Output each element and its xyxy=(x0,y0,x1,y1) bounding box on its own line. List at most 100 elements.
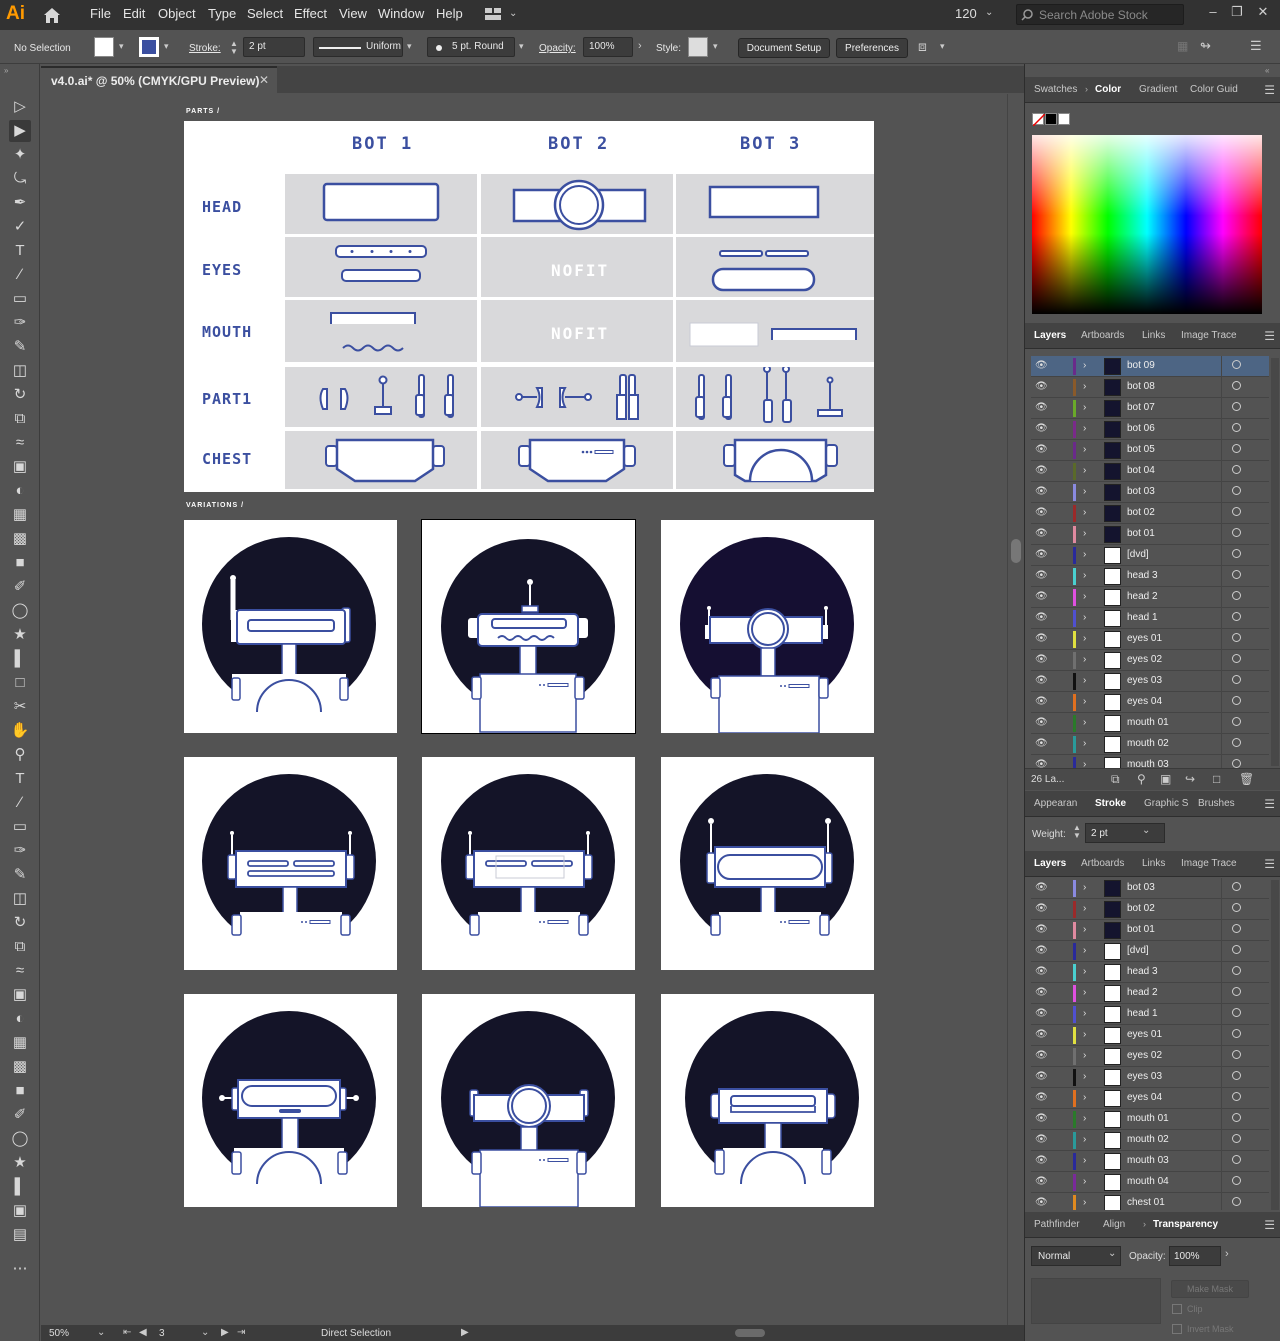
perspective-icon[interactable]: ▦ xyxy=(9,504,31,526)
target-icon[interactable] xyxy=(1232,1197,1241,1206)
clipping-mask-icon[interactable]: ▣ xyxy=(1160,772,1171,786)
target-icon[interactable] xyxy=(1232,1134,1241,1143)
clip-checkbox[interactable] xyxy=(1172,1304,1182,1314)
tab-transparency[interactable]: Transparency xyxy=(1153,1219,1218,1230)
chevron-right-icon[interactable]: › xyxy=(638,40,642,52)
restore-icon[interactable]: ❐ xyxy=(1228,4,1246,20)
target-icon[interactable] xyxy=(1232,423,1241,432)
chevron-right-icon[interactable]: › xyxy=(1083,591,1086,602)
part-cell-chest-3[interactable] xyxy=(676,431,874,489)
chevron-right-icon[interactable]: › xyxy=(1083,1176,1086,1187)
panel-menu-icon[interactable]: ☰ xyxy=(1264,83,1275,97)
free-transform-icon[interactable]: ▣ xyxy=(9,456,31,478)
eye-icon[interactable]: 👁 xyxy=(1035,1113,1048,1124)
tab-pathfinder[interactable]: Pathfinder xyxy=(1034,1219,1080,1230)
chevron-right-icon[interactable]: › xyxy=(1083,1050,1086,1061)
layer-row[interactable]: 👁 › eyes 02 xyxy=(1031,650,1269,671)
part-cell-mouth-1[interactable] xyxy=(285,300,477,362)
eye-icon[interactable]: 👁 xyxy=(1035,444,1048,455)
layer-row[interactable]: 👁 › head 1 xyxy=(1031,608,1269,629)
menu-file[interactable]: File xyxy=(90,6,111,21)
chevron-down-icon[interactable]: ⌄ xyxy=(201,1327,209,1338)
target-icon[interactable] xyxy=(1232,1092,1241,1101)
layer-name[interactable]: mouth 04 xyxy=(1127,1176,1169,1187)
variation-artboard[interactable] xyxy=(184,520,397,733)
chevron-right-icon[interactable]: › xyxy=(1083,507,1086,518)
menu-object[interactable]: Object xyxy=(158,6,196,21)
fill-stroke-icon[interactable]: ▣ xyxy=(9,1200,31,1222)
target-icon[interactable] xyxy=(1232,717,1241,726)
layer-row[interactable]: 👁 › bot 03 xyxy=(1031,878,1269,899)
menu-effect[interactable]: Effect xyxy=(294,6,327,21)
panel-menu-icon[interactable]: ☰ xyxy=(1264,857,1275,871)
menu-select[interactable]: Select xyxy=(247,6,283,21)
gradient-icon[interactable]: ■ xyxy=(9,552,31,574)
eyedropper-icon[interactable]: ✐ xyxy=(9,576,31,598)
symbol-sprayer-icon-2[interactable]: ★ xyxy=(9,1152,31,1174)
layer-name[interactable]: mouth 01 xyxy=(1127,1113,1169,1124)
scroll-thumb[interactable] xyxy=(1011,539,1021,563)
layer-name[interactable]: head 3 xyxy=(1127,570,1158,581)
chevron-right-icon[interactable]: › xyxy=(1083,549,1086,560)
layer-name[interactable]: bot 03 xyxy=(1127,486,1155,497)
chevron-down-icon[interactable]: ⌄ xyxy=(1142,825,1150,836)
black-swatch[interactable] xyxy=(1045,113,1057,125)
eye-icon[interactable]: 👁 xyxy=(1035,759,1048,768)
part-cell-part1-2[interactable] xyxy=(481,367,673,427)
chevron-right-icon[interactable]: › xyxy=(1083,402,1086,413)
layer-row[interactable]: 👁 › chest 01 xyxy=(1031,1193,1269,1210)
type-tool-icon-2[interactable]: T xyxy=(9,768,31,790)
eye-icon[interactable]: 👁 xyxy=(1035,528,1048,539)
variation-artboard[interactable] xyxy=(421,519,636,734)
chevron-right-icon[interactable]: › xyxy=(1083,528,1086,539)
part-cell-eyes-2[interactable]: NOFIT xyxy=(481,237,673,297)
close-icon[interactable]: ✕ xyxy=(1254,4,1272,20)
part-cell-head-2[interactable] xyxy=(481,174,673,234)
symbol-sprayer-icon[interactable]: ★ xyxy=(9,624,31,646)
target-icon[interactable] xyxy=(1232,612,1241,621)
eye-icon[interactable]: 👁 xyxy=(1035,987,1048,998)
workspace-zoom[interactable]: 120 xyxy=(955,6,977,21)
layer-row[interactable]: 👁 › eyes 01 xyxy=(1031,1025,1269,1046)
layer-name[interactable]: eyes 01 xyxy=(1127,1029,1162,1040)
chevron-right-icon[interactable]: › xyxy=(1083,696,1086,707)
chevron-down-icon[interactable]: ⌄ xyxy=(1108,1248,1116,1259)
export-icon[interactable]: ⧉ xyxy=(1111,772,1120,787)
menu-help[interactable]: Help xyxy=(436,6,463,21)
artboard-number[interactable]: 3 xyxy=(159,1328,165,1339)
target-icon[interactable] xyxy=(1232,738,1241,747)
paintbrush-icon[interactable]: ✑ xyxy=(9,312,31,334)
chevron-down-icon[interactable]: ▾ xyxy=(940,41,945,52)
target-icon[interactable] xyxy=(1232,759,1241,768)
target-icon[interactable] xyxy=(1232,507,1241,516)
target-icon[interactable] xyxy=(1232,633,1241,642)
chevron-down-icon[interactable]: ⌄ xyxy=(97,1327,105,1338)
panel-menu-icon[interactable]: ☰ xyxy=(1264,329,1275,343)
tab-swatches[interactable]: Swatches xyxy=(1034,84,1077,95)
eye-icon[interactable]: 👁 xyxy=(1035,360,1048,371)
layer-name[interactable]: bot 06 xyxy=(1127,423,1155,434)
chevron-right-icon[interactable]: › xyxy=(1083,570,1086,581)
stroke-weight-field[interactable]: 2 pt xyxy=(243,37,305,57)
layer-row[interactable]: 👁 › bot 01 xyxy=(1031,920,1269,941)
chevron-right-icon[interactable]: › xyxy=(1083,381,1086,392)
part-cell-chest-2[interactable] xyxy=(481,431,673,489)
layer-name[interactable]: head 2 xyxy=(1127,591,1158,602)
align-icon[interactable]: ↬ xyxy=(1200,38,1211,54)
chevron-right-icon[interactable]: › xyxy=(1083,738,1086,749)
zoom-icon[interactable]: ⚲ xyxy=(9,744,31,766)
part-cell-mouth-3[interactable] xyxy=(676,300,874,362)
prev-artboard-icon[interactable]: ◀ xyxy=(139,1327,147,1338)
chevron-down-icon[interactable]: ⌄ xyxy=(985,7,993,18)
layer-name[interactable]: head 1 xyxy=(1127,1008,1158,1019)
chevron-right-icon[interactable]: › xyxy=(1083,1092,1086,1103)
eye-icon[interactable]: 👁 xyxy=(1035,633,1048,644)
eye-icon[interactable]: 👁 xyxy=(1035,381,1048,392)
layer-row[interactable]: 👁 › mouth 01 xyxy=(1031,1109,1269,1130)
layer-name[interactable]: mouth 02 xyxy=(1127,1134,1169,1145)
eye-icon[interactable]: 👁 xyxy=(1035,612,1048,623)
menu-type[interactable]: Type xyxy=(208,6,236,21)
layers-scrollbar[interactable] xyxy=(1271,880,1279,1210)
chevron-right-icon[interactable]: › xyxy=(1083,1197,1086,1208)
layer-row[interactable]: 👁 › head 1 xyxy=(1031,1004,1269,1025)
